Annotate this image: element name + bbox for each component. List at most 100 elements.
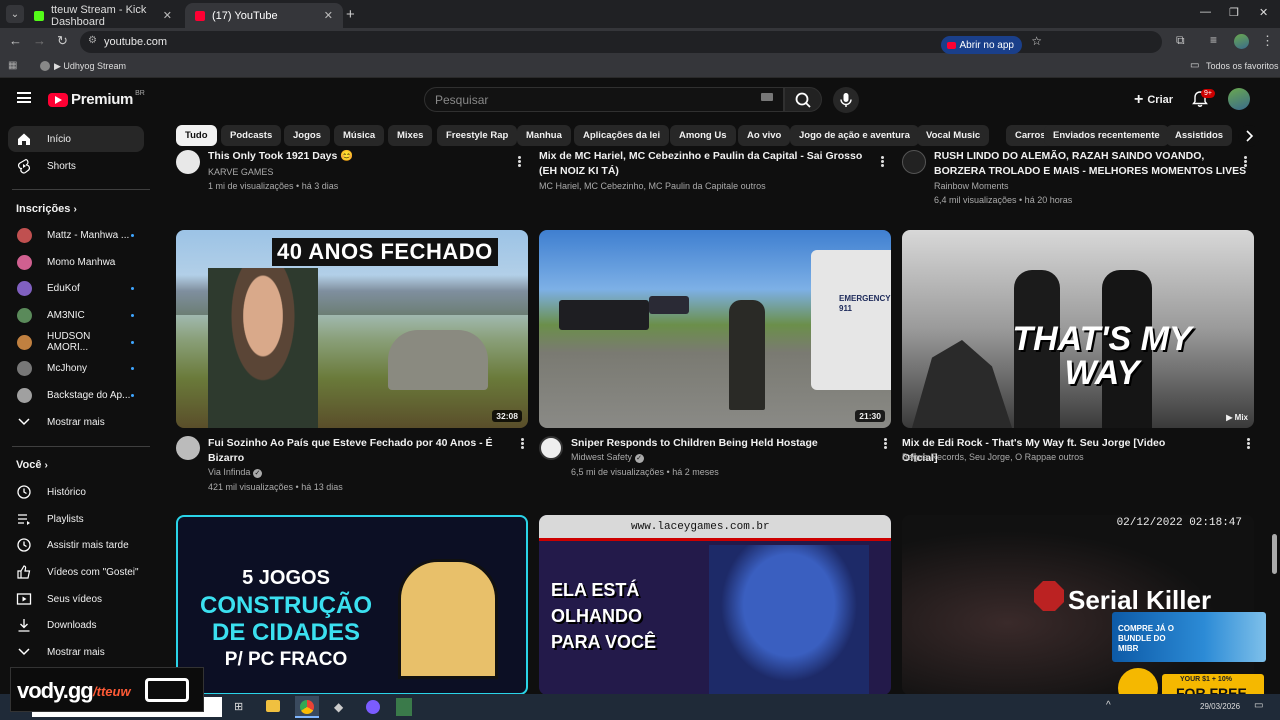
restore-icon[interactable]: ❐	[1229, 6, 1239, 19]
bookmark-udhyog[interactable]: ▶ Udhyog Stream	[54, 61, 126, 72]
chip[interactable]: Mixes	[388, 125, 433, 146]
chip[interactable]: Freestyle Rap	[437, 125, 518, 146]
channel-name[interactable]: Rainbow Moments	[934, 181, 1009, 191]
more-options-icon[interactable]	[884, 438, 887, 441]
app-icon[interactable]	[366, 700, 380, 714]
sidebar-sub-item[interactable]: AM3NIC	[8, 302, 144, 328]
keyboard-icon[interactable]	[761, 93, 773, 101]
sidebar-item-shorts[interactable]: Shorts	[8, 153, 144, 179]
sidebar-item-downloads[interactable]: Downloads	[8, 612, 144, 638]
browser-menu-icon[interactable]: ⋮	[1261, 33, 1274, 49]
task-view-icon[interactable]: ⊞	[234, 700, 243, 713]
open-in-app-button[interactable]: Abrir no app	[940, 36, 1022, 54]
video-card[interactable]: www.laceygames.com.br ELA ESTÁ OLHANDO P…	[539, 515, 891, 694]
video-title[interactable]: Mix de MC Hariel, MC Cebezinho e Paulin …	[539, 149, 869, 179]
video-card[interactable]: 40 ANOS FECHADO 32:08 Fui Sozinho Ao Paí…	[176, 230, 528, 498]
tray-chevron-icon[interactable]: ^	[1106, 700, 1111, 711]
browser-tab-youtube[interactable]: (17) YouTube ✕	[185, 3, 343, 28]
chip[interactable]: Podcasts	[221, 125, 282, 146]
profile-avatar[interactable]	[1234, 34, 1249, 49]
video-title[interactable]: Sniper Responds to Children Being Held H…	[571, 436, 871, 451]
video-thumbnail[interactable]: 40 ANOS FECHADO 32:08	[176, 230, 528, 428]
reload-icon[interactable]: ↻	[57, 33, 68, 49]
chip[interactable]: Jogo de ação e aventura	[790, 125, 919, 146]
close-window-icon[interactable]: ✕	[1259, 6, 1268, 19]
channel-avatar[interactable]	[176, 436, 200, 460]
chrome-taskbar-button[interactable]	[295, 696, 319, 718]
menu-hamburger-icon[interactable]	[17, 92, 31, 103]
sidebar-item-liked[interactable]: Vídeos com "Gostei"	[8, 559, 144, 585]
url-input[interactable]: ⚙ youtube.com Abrir no app ☆	[80, 31, 1162, 54]
channel-avatar[interactable]	[176, 150, 200, 174]
app-icon[interactable]: ◆	[334, 700, 343, 714]
youtube-premium-logo[interactable]: Premium BR	[48, 90, 145, 108]
search-input[interactable]: Pesquisar	[424, 87, 784, 112]
new-tab-icon[interactable]: +	[346, 6, 355, 23]
sidebar-sub-item[interactable]: EduKof	[8, 275, 144, 301]
channel-avatar[interactable]	[902, 150, 926, 174]
video-card[interactable]: 5 JOGOS CONSTRUÇÃO DE CIDADES P/ PC FRAC…	[176, 515, 528, 694]
account-avatar[interactable]	[1228, 88, 1250, 110]
video-thumbnail[interactable]: THAT'S MY WAY ▶ Mix	[902, 230, 1254, 428]
channel-name[interactable]: KARVE GAMES	[208, 167, 273, 177]
video-card[interactable]: THAT'S MY WAY ▶ Mix Mix de Edi Rock - Th…	[902, 230, 1254, 498]
sidebar-sub-item[interactable]: Momo Manhwa	[8, 249, 144, 275]
all-favorites-link[interactable]: Todos os favoritos	[1206, 61, 1279, 71]
browser-tab-kick[interactable]: tteuw Stream - Kick Dashboard ✕	[24, 3, 182, 28]
channel-name[interactable]: Bagua Records, Seu Jorge, O Rappae outro…	[902, 452, 1084, 462]
video-title[interactable]: This Only Took 1921 Days 😊	[208, 149, 508, 163]
chip[interactable]: Enviados recentemente	[1044, 125, 1169, 146]
create-button[interactable]: + Criar	[1128, 88, 1179, 112]
sidebar-sub-item[interactable]: Backstage do Ap...	[8, 382, 144, 408]
channel-avatar[interactable]	[539, 436, 563, 460]
more-options-icon[interactable]	[521, 438, 524, 441]
chip[interactable]: Manhua	[517, 125, 571, 146]
forward-icon[interactable]: →	[33, 33, 46, 48]
site-info-icon[interactable]: ⚙	[88, 35, 97, 46]
more-options-icon[interactable]	[881, 156, 884, 159]
channel-name[interactable]: MC Hariel, MC Cebezinho, MC Paulin da Ca…	[539, 181, 766, 191]
minimize-icon[interactable]: —	[1200, 6, 1211, 18]
chips-next-button[interactable]	[1238, 125, 1260, 147]
you-heading[interactable]: Você ›	[16, 459, 48, 471]
search-button[interactable]	[784, 87, 822, 112]
notifications-icon[interactable]: ▭	[1254, 700, 1263, 711]
star-icon[interactable]: ☆	[1031, 34, 1042, 48]
sidebar-item-home[interactable]: Início	[8, 126, 144, 152]
close-tab-icon[interactable]: ✕	[324, 9, 333, 22]
sidebar-item-history[interactable]: Histórico	[8, 479, 144, 505]
file-explorer-icon[interactable]	[266, 700, 280, 712]
sidebar-item-playlists[interactable]: Playlists	[8, 506, 144, 532]
subscriptions-heading[interactable]: Inscrições ›	[16, 203, 77, 215]
more-options-icon[interactable]	[1244, 156, 1247, 159]
chip[interactable]: Jogos	[284, 125, 330, 146]
close-tab-icon[interactable]: ✕	[163, 9, 172, 22]
media-controls-icon[interactable]: ≡	[1210, 33, 1217, 47]
sidebar-sub-item[interactable]: HUDSON AMORI...	[8, 329, 144, 355]
sidebar-item-your-videos[interactable]: Seus vídeos	[8, 586, 144, 612]
app-icon[interactable]	[396, 698, 412, 716]
extensions-icon[interactable]: ⧉	[1176, 33, 1185, 48]
video-card[interactable]: EMERGENCY 911 21:30 Sniper Responds to C…	[539, 230, 891, 498]
sidebar-sub-item[interactable]: Mattz - Manhwa ...	[8, 222, 144, 248]
sidebar-show-more[interactable]: Mostrar mais	[8, 409, 144, 435]
chip-all[interactable]: Tudo	[176, 125, 217, 146]
video-thumbnail[interactable]: 5 JOGOS CONSTRUÇÃO DE CIDADES P/ PC FRAC…	[176, 515, 528, 694]
chip[interactable]: Assistidos	[1166, 125, 1233, 146]
chip[interactable]: Aplicações da lei	[574, 125, 670, 146]
chip[interactable]: Among Us	[670, 125, 736, 146]
video-title[interactable]: Fui Sozinho Ao País que Esteve Fechado p…	[208, 436, 508, 466]
apps-grid-icon[interactable]: ▦	[8, 60, 17, 71]
clock-date[interactable]: 29/03/2026	[1200, 702, 1240, 711]
tab-search-button[interactable]: ⌄	[6, 5, 24, 23]
video-title[interactable]: RUSH LINDO DO ALEMÃO, RAZAH SAINDO VOAND…	[934, 149, 1254, 179]
video-thumbnail[interactable]: www.laceygames.com.br ELA ESTÁ OLHANDO P…	[539, 515, 891, 694]
video-thumbnail[interactable]: EMERGENCY 911 21:30	[539, 230, 891, 428]
channel-name[interactable]: Midwest Safety ✓	[571, 452, 644, 463]
back-icon[interactable]: ←	[9, 33, 22, 48]
more-options-icon[interactable]	[518, 156, 521, 159]
scrollbar-thumb[interactable]	[1272, 534, 1277, 574]
sidebar-sub-item[interactable]: McJhony	[8, 355, 144, 381]
chip[interactable]: Ao vivo	[738, 125, 791, 146]
voice-search-button[interactable]	[833, 87, 859, 113]
